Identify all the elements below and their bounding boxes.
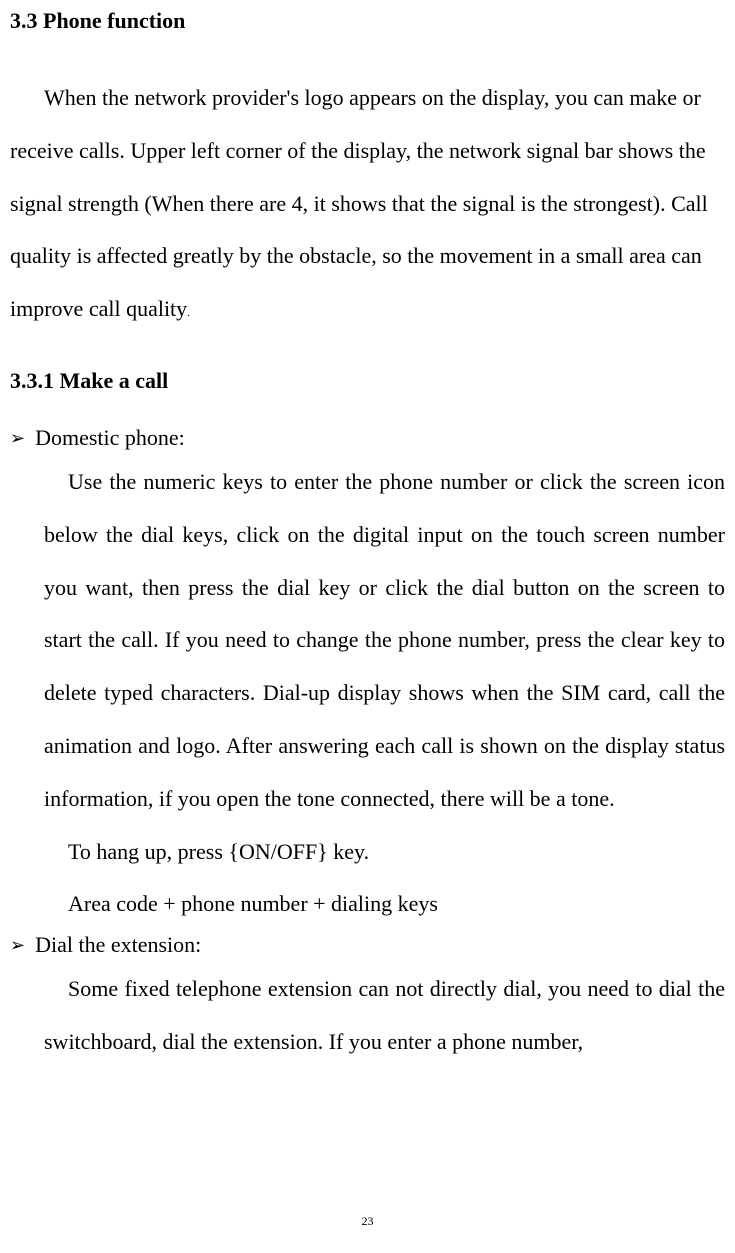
page-number: 23 [362, 1214, 374, 1229]
bullet-section-extension: ➢ Dial the extension: Some fixed telepho… [10, 931, 725, 1069]
period-small: . [187, 305, 190, 319]
arrow-icon: ➢ [10, 931, 25, 959]
intro-paragraph: When the network provider's logo appears… [10, 72, 725, 336]
bullet-line-hangup: To hang up, press {ON/OFF} key. [44, 826, 725, 879]
bullet-body: Some fixed telephone extension can not d… [44, 963, 725, 1069]
arrow-icon: ➢ [10, 424, 25, 452]
bullet-label: Dial the extension: [35, 931, 201, 959]
bullet-body: Use the numeric keys to enter the phone … [44, 456, 725, 826]
bullet-section-domestic: ➢ Domestic phone: Use the numeric keys t… [10, 424, 725, 931]
subsection-heading: 3.3.1 Make a call [10, 368, 725, 394]
bullet-item: ➢ Dial the extension: [10, 931, 725, 959]
bullet-line-areacode: Area code + phone number + dialing keys [44, 878, 725, 931]
intro-text: When the network provider's logo appears… [10, 85, 708, 321]
bullet-item: ➢ Domestic phone: [10, 424, 725, 452]
bullet-label: Domestic phone: [35, 424, 185, 452]
section-heading: 3.3 Phone function [10, 8, 725, 34]
